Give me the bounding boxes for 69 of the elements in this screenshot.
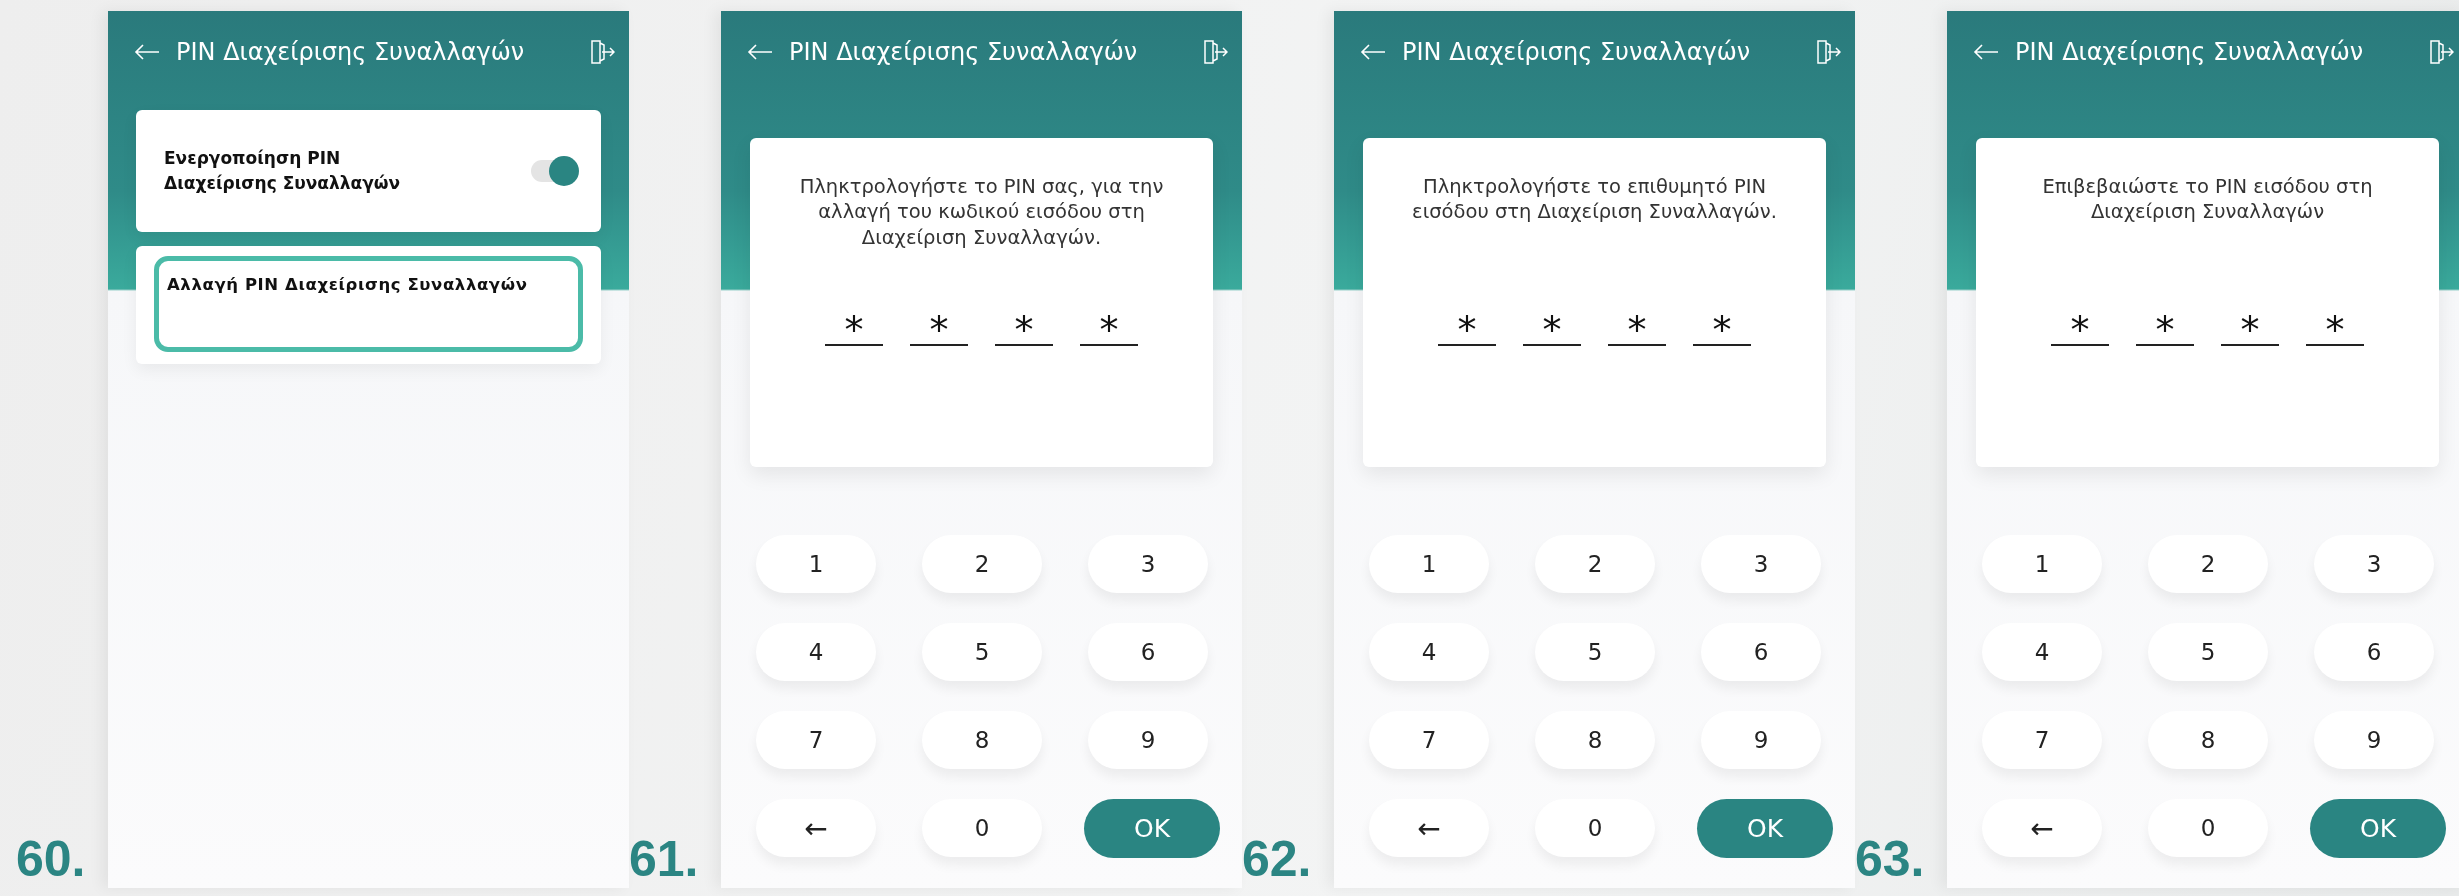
keypad-key[interactable]: 0 [922, 799, 1042, 857]
keypad-key[interactable]: 2 [2148, 535, 2268, 593]
pin-digit: * [995, 310, 1053, 346]
prompt-text: Επιβεβαιώστε το PIN εισόδου στη Διαχείριση Συναλλαγών [2041, 174, 2374, 226]
backspace-key[interactable]: ← [1982, 799, 2102, 857]
screen-title: PIN Διαχείρισης Συναλλαγών [176, 38, 526, 66]
prompt-text: Πληκτρολογήστε το επιθυμητό PIN εισόδου στη Διαχείριση Συναλλαγών. [1411, 174, 1778, 226]
keypad-key[interactable]: 2 [922, 535, 1042, 593]
exit-icon[interactable] [1815, 39, 1841, 65]
keypad-key[interactable]: 7 [1369, 711, 1489, 769]
step-number: 60. [16, 834, 87, 888]
pin-digit: * [2306, 310, 2364, 346]
back-icon[interactable] [1360, 43, 1386, 61]
keypad-key[interactable]: 9 [1088, 711, 1208, 769]
pin-digit: * [1080, 310, 1138, 346]
pin-digit: * [2221, 310, 2279, 346]
exit-icon[interactable] [1202, 39, 1228, 65]
screen-title: PIN Διαχείρισης Συναλλαγών [789, 38, 1139, 66]
setting-label: Ενεργοποίηση PIN Διαχείρισης Συναλλαγών [164, 147, 402, 195]
screen-title: PIN Διαχείρισης Συναλλαγών [2015, 38, 2365, 66]
back-icon[interactable] [134, 43, 160, 61]
pin-digit: * [1438, 310, 1496, 346]
keypad-key[interactable]: 6 [1701, 623, 1821, 681]
pin-digit: * [1523, 310, 1581, 346]
ok-button[interactable]: OK [1084, 798, 1220, 858]
pin-digit: * [2136, 310, 2194, 346]
step-number: 62. [1242, 834, 1313, 888]
keypad-key[interactable]: 1 [1369, 535, 1489, 593]
keypad-key[interactable]: 8 [1535, 711, 1655, 769]
keypad-key[interactable]: 3 [2314, 535, 2434, 593]
exit-icon[interactable] [2428, 39, 2454, 65]
keypad-key[interactable]: 2 [1535, 535, 1655, 593]
keypad-key[interactable]: 9 [1701, 711, 1821, 769]
keypad-key[interactable]: 0 [2148, 799, 2268, 857]
keypad-key[interactable]: 6 [2314, 623, 2434, 681]
menu-item[interactable]: Αλλαγή PIN Διαχείρισης Συναλλαγών [154, 256, 583, 352]
keypad-key[interactable]: 4 [756, 623, 876, 681]
pin-digit: * [825, 310, 883, 346]
pin-digit: * [1608, 310, 1666, 346]
keypad-key[interactable]: 1 [1982, 535, 2102, 593]
prompt-text: Πληκτρολογήστε το PIN σας, για την αλλαγή του κωδικού εισόδου στη Διαχείριση Συναλλαγών. [798, 174, 1165, 251]
keypad-key[interactable]: 4 [1982, 623, 2102, 681]
step-number: 61. [629, 834, 700, 888]
ok-button[interactable]: OK [1697, 798, 1833, 858]
keypad-key[interactable]: 4 [1369, 623, 1489, 681]
pin-digit: * [1693, 310, 1751, 346]
back-icon[interactable] [747, 43, 773, 61]
backspace-key[interactable]: ← [1369, 799, 1489, 857]
keypad-key[interactable]: 5 [2148, 623, 2268, 681]
keypad-key[interactable]: 7 [1982, 711, 2102, 769]
keypad-key[interactable]: 0 [1535, 799, 1655, 857]
keypad-key[interactable]: 5 [922, 623, 1042, 681]
keypad-key[interactable]: 8 [2148, 711, 2268, 769]
screen-title: PIN Διαχείρισης Συναλλαγών [1402, 38, 1752, 66]
keypad-key[interactable]: 3 [1701, 535, 1821, 593]
ok-button[interactable]: OK [2310, 798, 2446, 858]
keypad-key[interactable]: 5 [1535, 623, 1655, 681]
keypad-key[interactable]: 6 [1088, 623, 1208, 681]
exit-icon[interactable] [589, 39, 615, 65]
keypad-key[interactable]: 1 [756, 535, 876, 593]
pin-digit: * [2051, 310, 2109, 346]
keypad-key[interactable]: 7 [756, 711, 876, 769]
keypad-key[interactable]: 8 [922, 711, 1042, 769]
backspace-key[interactable]: ← [756, 799, 876, 857]
back-icon[interactable] [1973, 43, 1999, 61]
pin-digit: * [910, 310, 968, 346]
keypad-key[interactable]: 3 [1088, 535, 1208, 593]
step-number: 63. [1855, 834, 1926, 888]
keypad-key[interactable]: 9 [2314, 711, 2434, 769]
